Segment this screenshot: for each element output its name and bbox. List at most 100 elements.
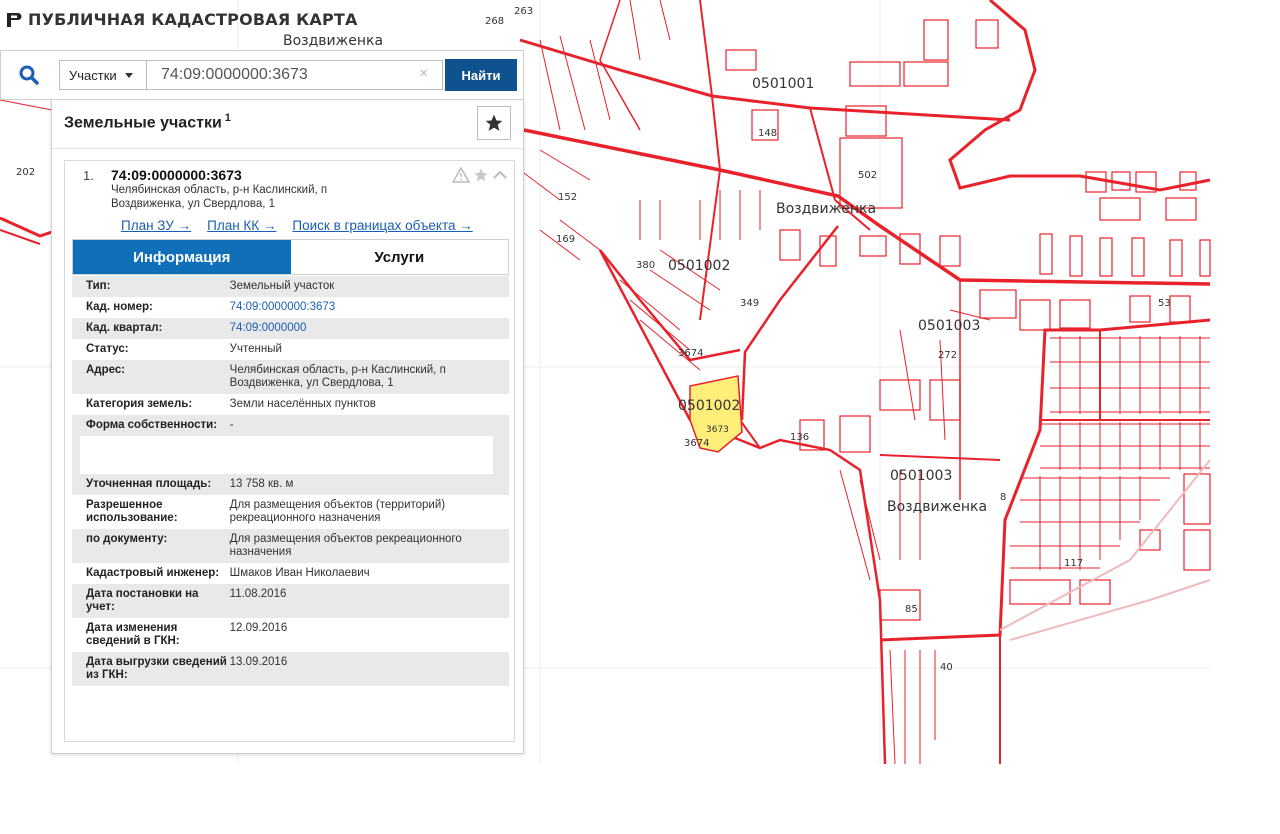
info-row: Дата изменения сведений в ГКН: 12.09.2016 [72,618,509,652]
info-row: Кад. квартал: 74:09:0000000 [72,318,509,339]
result-card: 1. 74:09:0000000:3673 Челябинская област… [64,160,515,742]
chevron-up-icon[interactable] [492,167,508,183]
map-label-parcel: 272 [938,350,957,361]
search-bar: Участки × Найти [0,50,524,100]
info-row: Кад. номер: 74:09:0000000:3673 [72,297,509,318]
caret-down-icon [124,72,133,78]
result-index: 1. [83,168,94,183]
map-label-quarter: 0501003 [918,318,980,334]
clear-icon[interactable]: × [419,65,428,83]
panel-header: Земельные участки 1 [52,100,523,149]
info-key: Тип: [86,280,111,292]
info-key: по документу: [86,533,168,545]
warning-icon[interactable] [452,167,470,183]
info-key: Дата постановки на учет: [86,588,199,613]
panel-title: Земельные участки 1 [64,112,231,132]
info-row: Разрешенное использование: Для размещения… [72,495,509,529]
map-label-parcel: 349 [740,298,759,309]
map-label-parcel: 202 [16,167,35,178]
info-value: 13 758 кв. м [229,478,294,490]
map-label-place: Воздвиженка [283,33,383,49]
category-dropdown[interactable]: Участки [59,60,147,90]
map-label-parcel: 263 [514,6,533,17]
map-label-parcel: 85 [905,604,918,615]
info-row: Дата постановки на учет: 11.08.2016 [72,584,509,618]
cadastral-search-input[interactable] [147,60,443,90]
map-label-place: Воздвиженка [887,499,987,515]
info-key: Уточненная площадь: [86,478,212,490]
map-label-parcel: 3674 [684,438,709,449]
info-value: Земельный участок [229,280,335,292]
find-button[interactable]: Найти [445,59,517,91]
info-key: Разрешенное использование: [86,499,178,524]
map-label-parcel: 117 [1064,558,1083,569]
info-table: Тип: Земельный участок Кад. номер: 74:09:0… [72,276,509,686]
cad-number-link[interactable]: 74:09:0000000:3673 [230,301,509,314]
map-label-quarter: 0501002 [678,398,740,414]
info-key: Категория земель: [86,398,193,410]
info-value: 12.09.2016 [229,622,288,634]
tab-info[interactable]: Информация [73,240,291,274]
tab-services[interactable]: Услуги [290,240,508,274]
plan-zu-link[interactable]: План ЗУ → [121,218,191,233]
map-label-quarter: 0501003 [890,468,952,484]
info-value: Для размещения объектов (территорий) рек… [229,499,446,524]
info-row: Тип: Земельный участок [72,276,509,297]
search-in-bounds-link[interactable]: Поиск в границах объекта → [292,218,472,233]
result-tabs: Информация Услуги [72,239,509,275]
rosreestr-logo-icon [7,12,22,27]
map-label-parcel: 136 [790,432,809,443]
info-value: Шмаков Иван Николаевич [229,567,370,579]
map-label-parcel: 3674 [678,348,703,359]
results-panel: Земельные участки 1 1. 74:09:0000000:3673… [51,99,524,754]
map-label-parcel: 268 [485,16,504,27]
info-key: Кад. номер: [86,301,153,313]
map-label-parcel: 53 [1158,298,1171,309]
info-value: Учтенный [229,343,282,355]
info-value: Для размещения объектов рекреационного н… [229,533,462,558]
search-button[interactable] [9,61,49,89]
result-address: Челябинская область, р-н Каслинский, п В… [111,184,328,210]
info-key: Форма собственности: [86,419,218,431]
panel-title-text: Земельные участки [64,114,222,132]
info-row: по документу: Для размещения объектов рек… [72,529,509,563]
info-key: Кадастровый инженер: [86,567,220,579]
app-title: ПУБЛИЧНАЯ КАДАСТРОВАЯ КАРТА [28,10,358,29]
favorites-button[interactable] [477,106,511,140]
results-count: 1 [224,112,231,124]
info-key: Кад. квартал: [86,322,163,334]
map-label-parcel: 3673 [706,425,729,435]
search-icon [19,65,39,85]
info-row: Кадастровый инженер: Шмаков Иван Николаев… [72,563,509,584]
star-icon[interactable] [473,167,489,183]
map-label-parcel: 148 [758,128,777,139]
map-label-parcel: 40 [940,662,953,673]
category-dropdown-label: Участки [69,67,117,83]
info-row: Категория земель: Земли населённых пункто… [72,394,509,415]
star-icon [485,114,503,131]
info-spacer [72,436,509,474]
app-header: ПУБЛИЧНАЯ КАДАСТРОВАЯ КАРТА [4,10,358,29]
result-cad-number[interactable]: 74:09:0000000:3673 [111,167,242,183]
info-value: Земли населённых пунктов [229,398,376,410]
result-links: План ЗУ → План КК → Поиск в границах объ… [121,218,473,233]
info-value: Челябинская область, р-н Каслинский, п В… [229,364,446,389]
map-label-parcel: 169 [556,234,575,245]
map-label-quarter: 0501002 [668,258,730,274]
info-value: 13.09.2016 [229,656,288,668]
info-key: Статус: [86,343,129,355]
map-label-quarter: 0501001 [752,76,814,92]
plan-kk-link[interactable]: План КК → [207,218,276,233]
info-row: Уточненная площадь: 13 758 кв. м [72,474,509,495]
map-label-parcel: 502 [858,170,877,181]
info-value: - [229,419,234,431]
cad-quarter-link[interactable]: 74:09:0000000 [230,322,509,335]
info-key: Дата изменения сведений в ГКН: [86,622,180,647]
map-label-parcel: 152 [558,192,577,203]
info-row: Форма собственности: - [72,415,509,436]
map-label-parcel: 8 [1000,492,1006,503]
map-label-parcel: 380 [636,260,655,271]
info-key: Дата выгрузки сведений из ГКН: [86,656,227,681]
map-label-place: Воздвиженка [776,201,876,217]
info-row: Статус: Учтенный [72,339,509,360]
